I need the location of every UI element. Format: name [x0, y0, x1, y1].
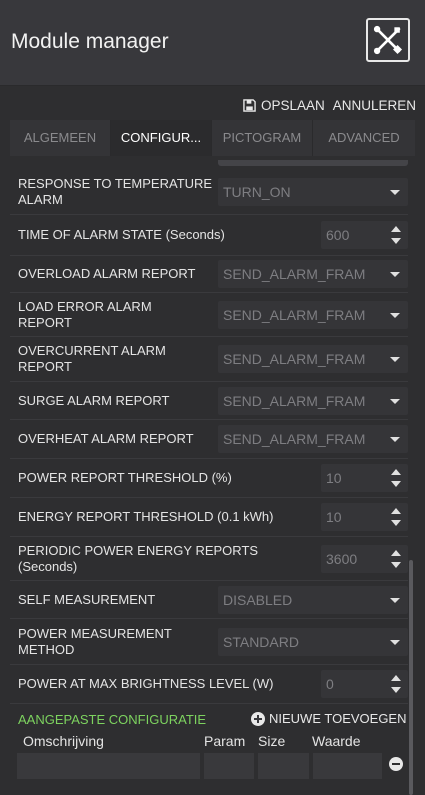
- setting-row: SURGE ALARM REPORT SEND_ALARM_FRAM: [10, 382, 408, 420]
- stepper-arrows-icon[interactable]: [391, 226, 401, 244]
- select-value: STANDARD: [223, 633, 299, 650]
- setting-label: LOAD ERROR ALARM REPORT: [18, 298, 152, 330]
- power-measurement-method-select[interactable]: STANDARD: [218, 627, 408, 656]
- number-value: 0: [326, 676, 334, 692]
- surge-alarm-report-select[interactable]: SEND_ALARM_FRAM: [218, 386, 408, 415]
- load-error-alarm-report-select[interactable]: SEND_ALARM_FRAM: [218, 300, 408, 329]
- minus-circle-icon[interactable]: [389, 757, 403, 771]
- max-brightness-power-input[interactable]: 0: [321, 670, 408, 698]
- setting-row: TIME OF ALARM STATE (Seconds) 600: [10, 215, 408, 256]
- alarm-state-time-input[interactable]: 600: [321, 221, 408, 249]
- custom-config-title: AANGEPASTE CONFIGURATIE: [18, 712, 207, 727]
- setting-row: POWER REPORT THRESHOLD (%) 10: [10, 459, 408, 498]
- chevron-down-icon: [390, 312, 400, 318]
- chevron-down-icon: [390, 190, 400, 195]
- periodic-reports-input[interactable]: 3600: [321, 544, 408, 573]
- overheat-alarm-report-select[interactable]: SEND_ALARM_FRAM: [218, 425, 408, 453]
- select-value: TURN_ON: [223, 184, 291, 200]
- size-field[interactable]: [258, 753, 309, 779]
- add-new-button[interactable]: NIEUWE TOEVOEGEN: [251, 711, 407, 726]
- setting-row: RESPONSE TO TEMPERATURE ALARM TURN_ON: [10, 170, 408, 215]
- setting-label: OVERCURRENT ALARM REPORT: [18, 343, 166, 374]
- select-value: SEND_ALARM_FRAM: [223, 392, 366, 409]
- chevron-down-icon: [390, 398, 400, 404]
- stepper-arrows-icon[interactable]: [391, 549, 401, 568]
- tab-algemeen[interactable]: ALGEMEEN: [10, 120, 111, 156]
- overload-alarm-report-select[interactable]: SEND_ALARM_FRAM: [218, 260, 408, 288]
- column-header: Waarde: [312, 733, 361, 749]
- previous-field-edge: [218, 160, 408, 166]
- tab-configuratie[interactable]: CONFIGUR...: [111, 120, 212, 156]
- setting-row: OVERLOAD ALARM REPORT SEND_ALARM_FRAM: [10, 256, 408, 293]
- form-actions: OPSLAAN ANNULEREN: [243, 98, 416, 113]
- setting-label: PERIODIC POWER ENERGY REPORTS (Seconds): [18, 542, 259, 574]
- select-value: SEND_ALARM_FRAM: [223, 306, 366, 323]
- chevron-down-icon: [390, 597, 400, 603]
- custom-config-table: Omschrijving Param Size Waarde: [17, 733, 408, 795]
- number-value: 600: [326, 227, 350, 243]
- setting-row: OVERHEAT ALARM REPORT SEND_ALARM_FRAM: [10, 420, 408, 459]
- setting-row: POWER MEASUREMENT METHOD STANDARD: [10, 619, 408, 665]
- tab-advanced[interactable]: ADVANCED: [313, 120, 415, 156]
- tab-bar: ALGEMEEN CONFIGUR... PICTOGRAM ADVANCED: [10, 120, 415, 156]
- setting-row: ENERGY REPORT THRESHOLD (0.1 kWh) 10: [10, 498, 408, 537]
- setting-label: SELF MEASUREMENT: [18, 591, 156, 607]
- setting-label: TIME OF ALARM STATE (Seconds): [18, 227, 225, 242]
- description-field[interactable]: [17, 753, 200, 779]
- setting-row: SELF MEASUREMENT DISABLED: [10, 581, 408, 619]
- number-value: 10: [326, 470, 342, 486]
- temperature-alarm-response-select[interactable]: TURN_ON: [218, 178, 408, 206]
- tools-cross-icon[interactable]: [366, 18, 410, 62]
- power-report-threshold-input[interactable]: 10: [321, 464, 408, 492]
- save-label: OPSLAAN: [260, 98, 325, 113]
- tab-pictogram[interactable]: PICTOGRAM: [212, 120, 313, 156]
- floppy-disk-icon: [243, 99, 256, 112]
- setting-row: OVERCURRENT ALARM REPORT SEND_ALARM_FRAM: [10, 337, 408, 382]
- setting-label: OVERHEAT ALARM REPORT: [18, 431, 194, 446]
- setting-row: LOAD ERROR ALARM REPORT SEND_ALARM_FRAM: [10, 293, 408, 337]
- select-value: SEND_ALARM_FRAM: [223, 351, 366, 367]
- cancel-button[interactable]: ANNULEREN: [333, 98, 416, 113]
- stepper-arrows-icon[interactable]: [391, 675, 401, 693]
- setting-row: PERIODIC POWER ENERGY REPORTS (Seconds) …: [10, 537, 408, 581]
- setting-label: POWER REPORT THRESHOLD (%): [18, 470, 232, 485]
- chevron-down-icon: [390, 272, 400, 277]
- page-title: Module manager: [11, 30, 169, 53]
- setting-label: OVERLOAD ALARM REPORT: [18, 266, 196, 281]
- number-value: 3600: [326, 550, 358, 567]
- param-field[interactable]: [204, 753, 254, 779]
- stepper-arrows-icon[interactable]: [391, 508, 401, 526]
- chevron-down-icon: [390, 357, 400, 362]
- chevron-down-icon: [390, 437, 400, 442]
- column-header: Omschrijving: [23, 733, 104, 749]
- save-button[interactable]: OPSLAAN: [243, 98, 325, 113]
- chevron-down-icon: [390, 639, 400, 645]
- setting-label: RESPONSE TO TEMPERATURE ALARM: [18, 176, 213, 207]
- energy-report-threshold-input[interactable]: 10: [321, 503, 408, 531]
- select-value: SEND_ALARM_FRAM: [223, 266, 366, 282]
- stepper-arrows-icon[interactable]: [391, 469, 401, 487]
- value-field[interactable]: [313, 753, 382, 779]
- plus-circle-icon: [251, 711, 265, 726]
- scrollbar[interactable]: [409, 560, 413, 795]
- setting-label: POWER MEASUREMENT METHOD: [18, 625, 172, 657]
- column-header: Param: [204, 733, 246, 749]
- select-value: DISABLED: [223, 591, 293, 608]
- column-header: Size: [258, 733, 286, 749]
- setting-row: POWER AT MAX BRIGHTNESS LEVEL (W) 0: [10, 665, 408, 704]
- self-measurement-select[interactable]: DISABLED: [218, 585, 408, 614]
- setting-label: SURGE ALARM REPORT: [18, 392, 170, 408]
- number-value: 10: [326, 509, 342, 525]
- app-header: Module manager: [0, 0, 425, 86]
- setting-label: POWER AT MAX BRIGHTNESS LEVEL (W): [18, 676, 274, 691]
- add-new-label: NIEUWE TOEVOEGEN: [269, 711, 407, 726]
- overcurrent-alarm-report-select[interactable]: SEND_ALARM_FRAM: [218, 345, 408, 373]
- select-value: SEND_ALARM_FRAM: [223, 431, 366, 447]
- setting-label: ENERGY REPORT THRESHOLD (0.1 kWh): [18, 509, 274, 524]
